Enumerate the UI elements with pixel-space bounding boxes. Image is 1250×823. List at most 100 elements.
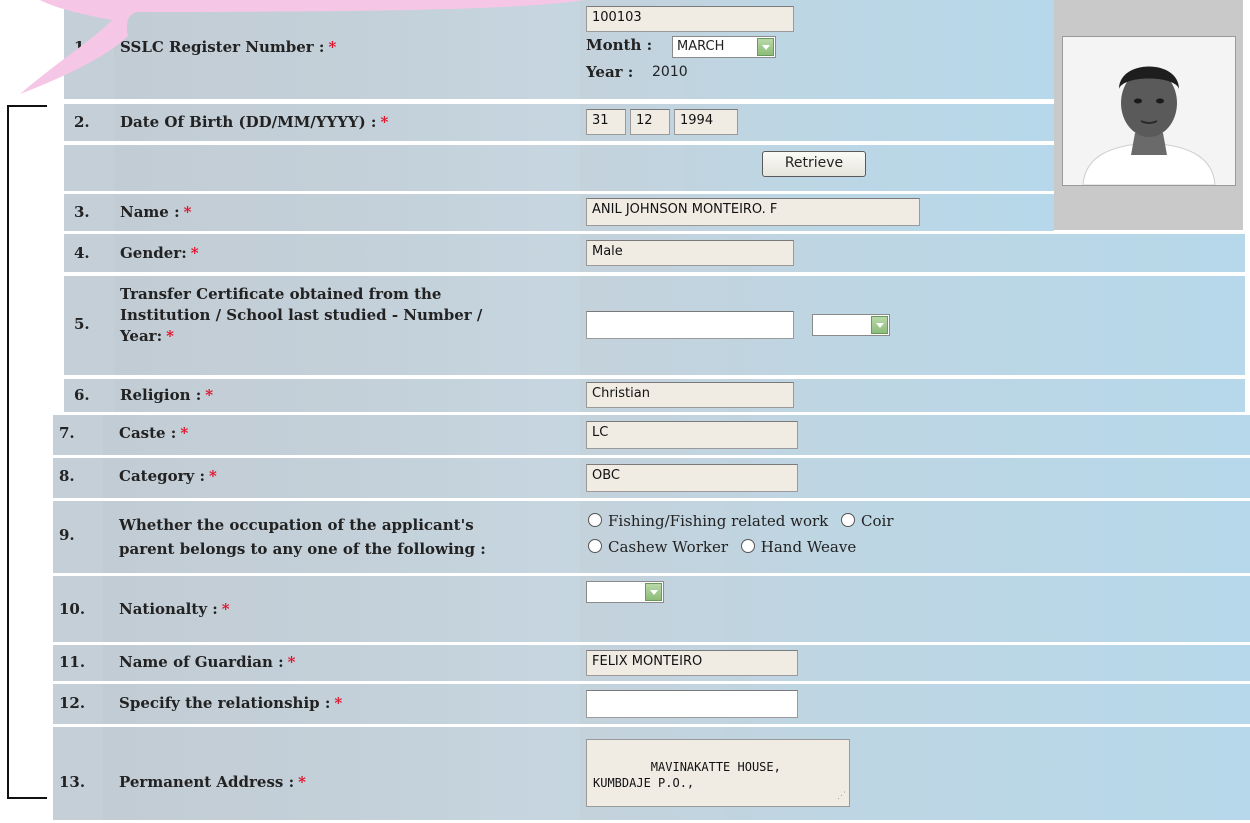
input-cell (580, 276, 1245, 375)
religion-input[interactable]: Christian (586, 382, 794, 408)
dob-month-input[interactable]: 12 (630, 109, 670, 135)
gender-label: Gender: * (120, 243, 199, 264)
address-label-text: Permanent Address : (119, 773, 295, 791)
row-number-cell: 8. (53, 458, 103, 498)
application-form: 1. SSLC Register Number :* 100103 Month … (0, 0, 1250, 820)
row-number: 5. (74, 315, 90, 333)
gender-input[interactable]: Male (586, 240, 794, 266)
row-number: 13. (59, 773, 86, 791)
row-number: 11. (59, 653, 86, 671)
input-cell: 31 12 1994 (580, 104, 1054, 141)
resize-grip-icon[interactable]: ⋰ (837, 788, 846, 804)
input-cell: MAVINAKATTE HOUSE, KUMBDAJE P.O., ⋰ (580, 727, 1250, 820)
label-line-text: Year: (120, 327, 163, 345)
caste-label-text: Caste : (119, 424, 177, 442)
address-textarea[interactable]: MAVINAKATTE HOUSE, KUMBDAJE P.O., ⋰ (586, 739, 850, 807)
label-line-last: Year: * (120, 326, 482, 347)
label-cell: Name : * (114, 194, 580, 231)
row-caste: 7. Caste : * LC (53, 415, 1250, 455)
row-relationship: 12. Specify the relationship : * (53, 684, 1250, 724)
row-number: 12. (59, 694, 86, 712)
transfer-certificate-label: Transfer Certificate obtained from the I… (120, 284, 482, 347)
callout-shape (20, 0, 585, 94)
row-number-cell: 7. (53, 415, 103, 455)
required-mark: * (298, 773, 306, 791)
dob-year-input[interactable]: 1994 (674, 109, 738, 135)
label-cell: Name of Guardian : * (103, 645, 580, 681)
input-cell: OBC (580, 458, 1250, 498)
occupation-options-line-1: Fishing/Fishing related work Coir (588, 512, 894, 530)
required-mark: * (287, 653, 296, 671)
option-label: Cashew Worker (608, 538, 728, 556)
dob-day-input[interactable]: 31 (586, 109, 626, 135)
input-cell (580, 576, 1250, 642)
religion-label-text: Religion : (120, 386, 202, 404)
row-number: 6. (74, 386, 90, 404)
nationality-select[interactable] (586, 581, 664, 603)
label-line: Transfer Certificate obtained from the (120, 285, 442, 303)
label-cell: Specify the relationship : * (103, 684, 580, 724)
relationship-label-text: Specify the relationship : (119, 694, 331, 712)
label-line: parent belongs to any one of the followi… (119, 540, 486, 558)
option-label: Fishing/Fishing related work (608, 512, 829, 530)
dob-label: Date Of Birth (DD/MM/YYYY) : * (120, 112, 388, 133)
input-cell: ANIL JOHNSON MONTEIRO. F (580, 194, 1054, 231)
name-input[interactable]: ANIL JOHNSON MONTEIRO. F (586, 198, 920, 226)
input-cell: FELIX MONTEIRO (580, 645, 1250, 681)
month-select[interactable]: MARCH (672, 36, 776, 58)
person-photo-icon (1063, 37, 1235, 185)
applicant-photo (1062, 36, 1236, 186)
relationship-input[interactable] (586, 690, 798, 718)
year-value: 2010 (652, 64, 688, 80)
row-number-cell: 4. (64, 234, 114, 272)
nationality-label: Nationalty : * (119, 599, 230, 620)
row-number: 8. (59, 467, 75, 485)
guardian-input[interactable]: FELIX MONTEIRO (586, 650, 798, 676)
required-mark: * (209, 467, 217, 485)
input-cell: 100103 Month : MARCH Year : 2010 (580, 0, 1054, 99)
required-mark: * (205, 386, 214, 404)
option-label: Coir (861, 512, 894, 530)
occupation-option-fishing[interactable]: Fishing/Fishing related work (588, 512, 828, 530)
row-number: 7. (59, 424, 75, 442)
occupation-option-cashew[interactable]: Cashew Worker (588, 538, 728, 556)
label-line: Institution / School last studied - Numb… (120, 306, 483, 324)
row-number-cell: 5. (64, 276, 114, 375)
chevron-down-icon (645, 583, 662, 601)
radio-button[interactable] (841, 513, 856, 527)
input-cell (580, 684, 1250, 724)
radio-button[interactable] (588, 539, 602, 553)
caste-label: Caste : * (119, 423, 188, 444)
occupation-option-hand-weave[interactable]: Hand Weave (740, 538, 856, 556)
row-category: 8. Category : * OBC (53, 458, 1250, 498)
tc-year-select[interactable] (812, 314, 890, 336)
radio-button[interactable] (740, 539, 755, 553)
row-guardian: 11. Name of Guardian : * FELIX MONTEIRO (53, 645, 1250, 681)
category-input[interactable]: OBC (586, 464, 798, 492)
row-number: 4. (74, 244, 90, 262)
label-cell (114, 145, 580, 191)
required-mark: * (183, 203, 192, 221)
row-number: 2. (74, 113, 90, 131)
label-cell: Nationalty : * (103, 576, 580, 642)
dob-label-text: Date Of Birth (DD/MM/YYYY) : (120, 113, 377, 131)
occupation-label: Whether the occupation of the applicant'… (119, 513, 486, 561)
row-number: 9. (59, 526, 75, 544)
guardian-label-text: Name of Guardian : (119, 653, 284, 671)
gender-label-text: Gender: (120, 244, 187, 262)
label-cell: Whether the occupation of the applicant'… (103, 501, 580, 573)
guardian-label: Name of Guardian : * (119, 652, 296, 673)
row-transfer-certificate: 5. Transfer Certificate obtained from th… (64, 276, 1245, 375)
retrieve-button[interactable]: Retrieve (762, 151, 866, 177)
input-cell: Retrieve (580, 145, 1054, 191)
tc-number-input[interactable] (586, 311, 794, 339)
row-number-cell: 13. (53, 727, 103, 820)
radio-button[interactable] (588, 513, 602, 527)
occupation-option-coir[interactable]: Coir (841, 512, 894, 530)
required-mark: * (180, 424, 189, 442)
caste-input[interactable]: LC (586, 421, 798, 449)
row-number-cell: 6. (64, 379, 114, 412)
annotation-bracket (7, 105, 47, 799)
label-cell: Permanent Address : * (103, 727, 580, 820)
address-label: Permanent Address : * (119, 772, 306, 793)
